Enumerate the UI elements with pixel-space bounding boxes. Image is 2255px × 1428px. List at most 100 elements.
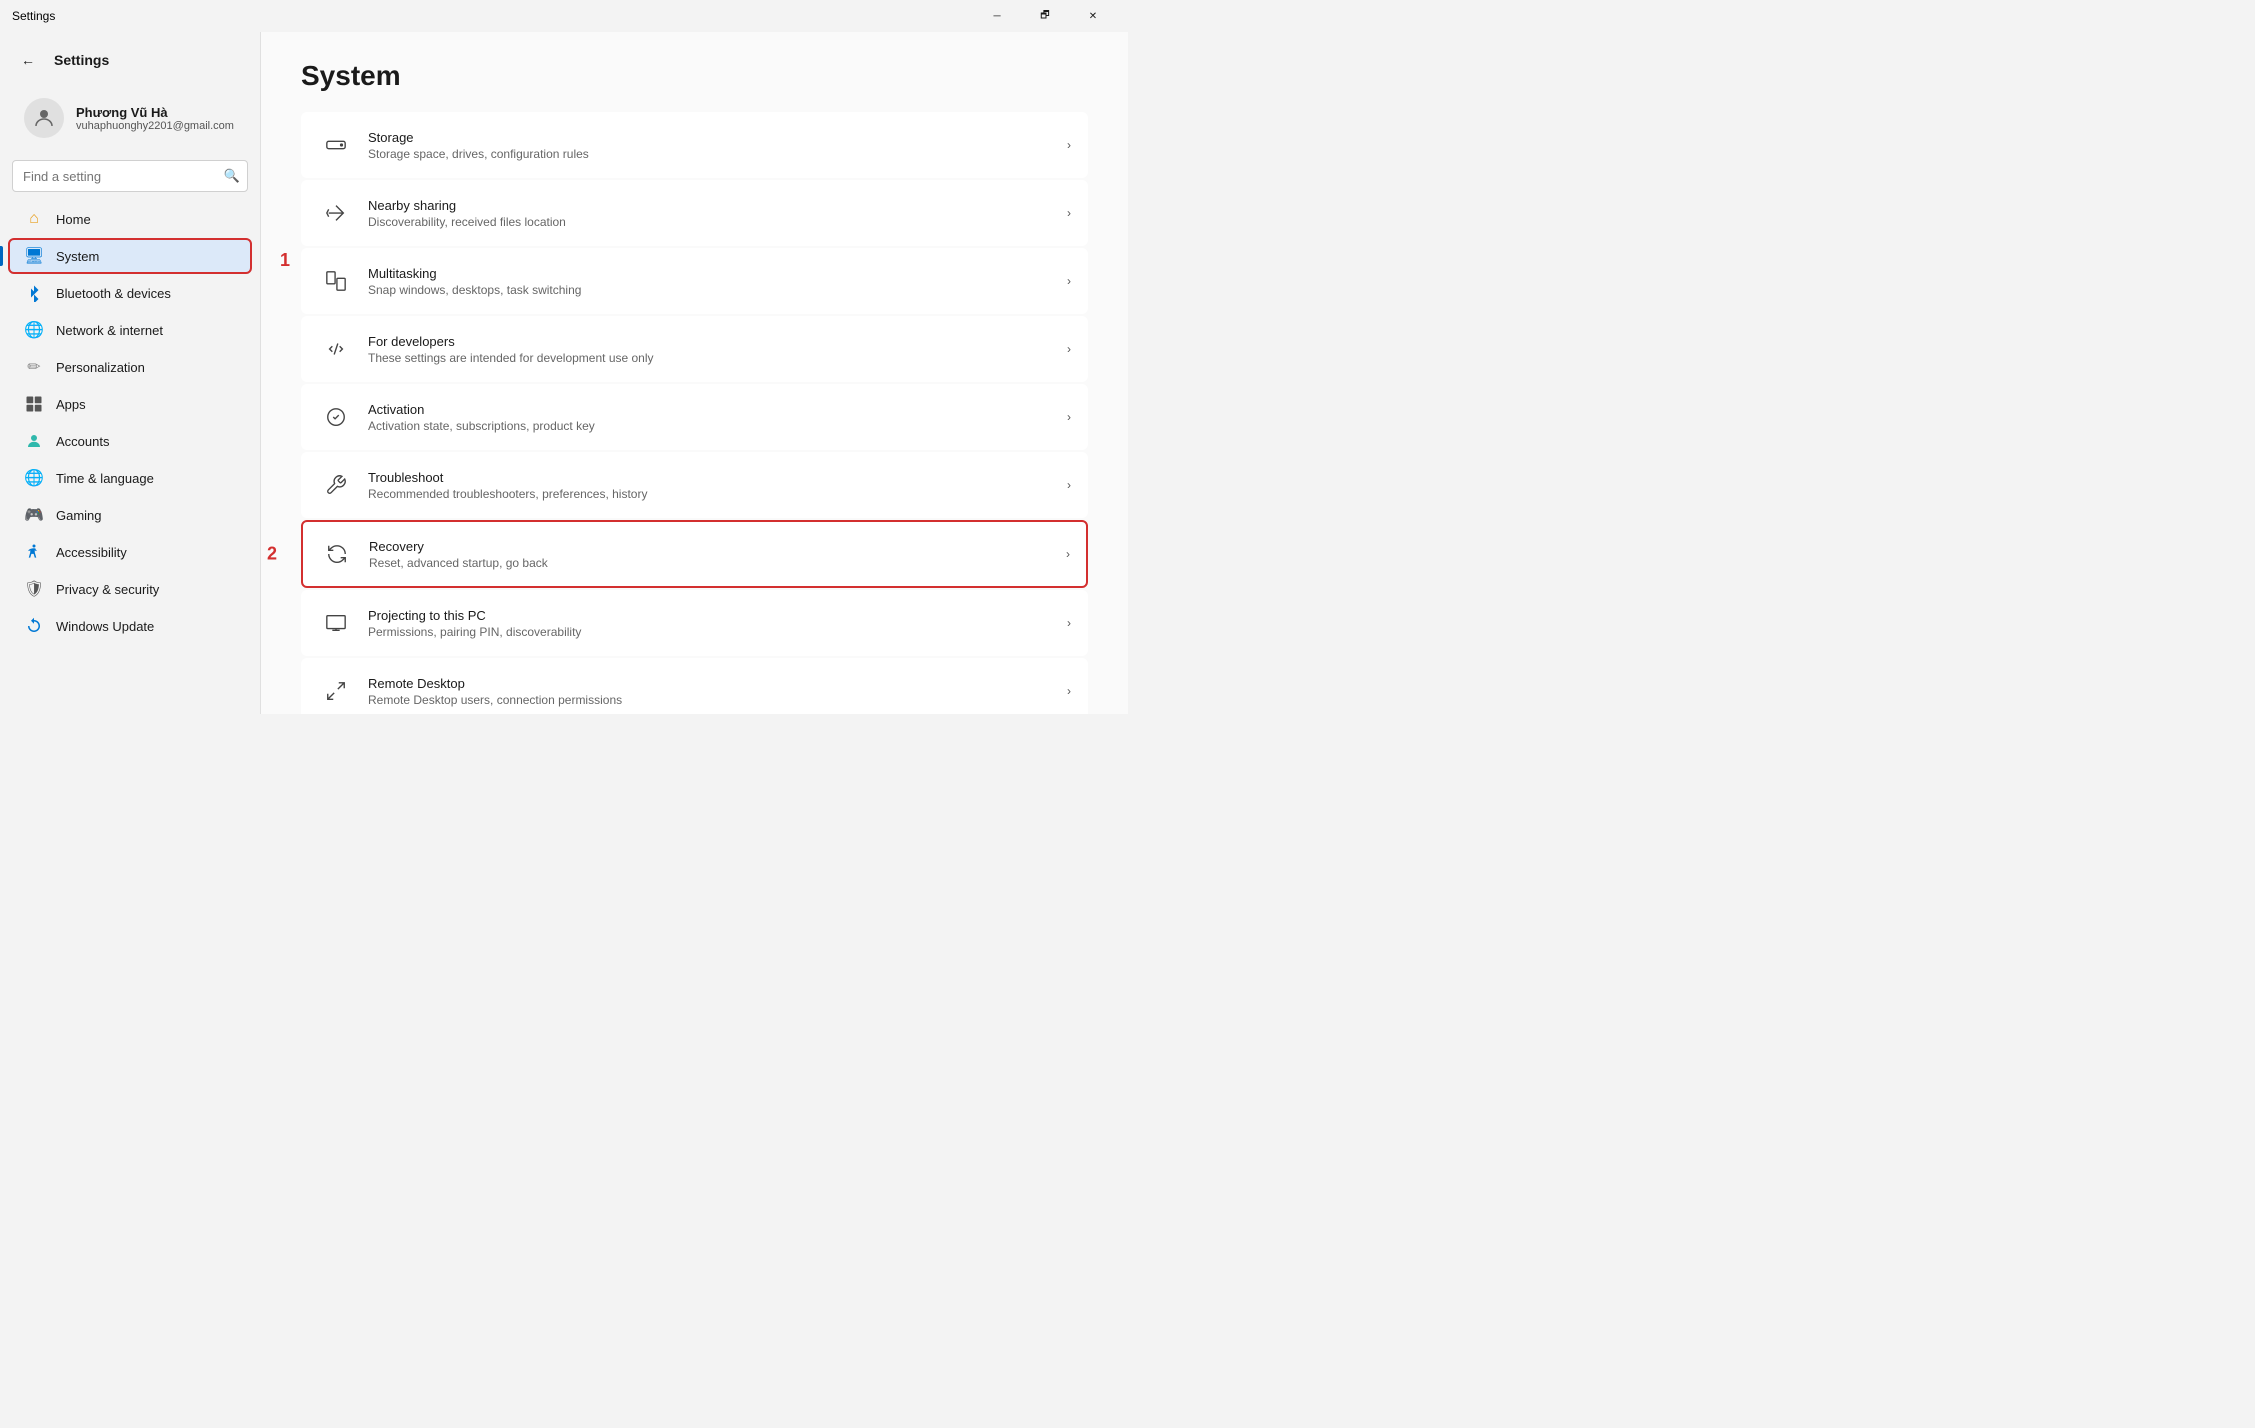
user-name: Phương Vũ Hà	[76, 105, 234, 120]
storage-text: Storage Storage space, drives, configura…	[368, 130, 1067, 161]
projecting-desc: Permissions, pairing PIN, discoverabilit…	[368, 625, 1067, 639]
chevron-icon: ›	[1067, 684, 1071, 698]
time-icon: 🌐	[24, 468, 44, 488]
developers-text: For developers These settings are intend…	[368, 334, 1067, 365]
apps-icon	[24, 394, 44, 414]
chevron-icon: ›	[1067, 342, 1071, 356]
remote-desktop-text: Remote Desktop Remote Desktop users, con…	[368, 676, 1067, 707]
multitasking-icon	[318, 263, 354, 299]
search-input[interactable]	[12, 160, 248, 192]
nearby-sharing-text: Nearby sharing Discoverability, received…	[368, 198, 1067, 229]
remote-desktop-title: Remote Desktop	[368, 676, 1067, 691]
multitasking-title: Multitasking	[368, 266, 1067, 281]
sidebar-item-time[interactable]: 🌐 Time & language	[8, 460, 252, 496]
nearby-sharing-icon	[318, 195, 354, 231]
developers-title: For developers	[368, 334, 1067, 349]
projecting-icon	[318, 605, 354, 641]
chevron-icon: ›	[1067, 478, 1071, 492]
sidebar-item-accessibility[interactable]: Accessibility	[8, 534, 252, 570]
update-icon	[24, 616, 44, 636]
troubleshoot-text: Troubleshoot Recommended troubleshooters…	[368, 470, 1067, 501]
window: ← Settings Phương Vũ Hà vuhaphuonghy2201…	[0, 32, 1128, 714]
sidebar-item-label: Network & internet	[56, 323, 163, 338]
personalization-icon: ✏	[24, 357, 44, 377]
titlebar-title: Settings	[12, 9, 55, 23]
settings-item-storage[interactable]: Storage Storage space, drives, configura…	[301, 112, 1088, 178]
search-icon: 🔍	[224, 168, 240, 184]
settings-item-troubleshoot[interactable]: Troubleshoot Recommended troubleshooters…	[301, 452, 1088, 518]
close-icon: ✕	[1089, 11, 1097, 22]
sidebar-item-accounts[interactable]: Accounts	[8, 423, 252, 459]
back-button[interactable]: ←	[12, 44, 44, 76]
storage-title: Storage	[368, 130, 1067, 145]
chevron-icon: ›	[1067, 138, 1071, 152]
activation-text: Activation Activation state, subscriptio…	[368, 402, 1067, 433]
sidebar-item-label: Accounts	[56, 434, 109, 449]
titlebar: Settings ─ 🗗 ✕	[0, 0, 1128, 32]
sidebar-item-label: Privacy & security	[56, 582, 159, 597]
remote-desktop-icon	[318, 673, 354, 709]
maximize-button[interactable]: 🗗	[1022, 0, 1068, 32]
troubleshoot-desc: Recommended troubleshooters, preferences…	[368, 487, 1067, 501]
settings-item-multitasking[interactable]: Multitasking Snap windows, desktops, tas…	[301, 248, 1088, 314]
chevron-icon: ›	[1067, 206, 1071, 220]
minimize-button[interactable]: ─	[974, 0, 1020, 32]
settings-item-remote-desktop[interactable]: Remote Desktop Remote Desktop users, con…	[301, 658, 1088, 714]
maximize-icon: 🗗	[1040, 8, 1049, 25]
sidebar-item-home[interactable]: ⌂ Home	[8, 201, 252, 237]
network-icon: 🌐	[24, 320, 44, 340]
chevron-icon: ›	[1066, 547, 1070, 561]
activation-title: Activation	[368, 402, 1067, 417]
sidebar-wrapper: ← Settings Phương Vũ Hà vuhaphuonghy2201…	[0, 32, 260, 714]
privacy-icon: 🛡	[24, 579, 44, 599]
nearby-sharing-desc: Discoverability, received files location	[368, 215, 1067, 229]
multitasking-desc: Snap windows, desktops, task switching	[368, 283, 1067, 297]
troubleshoot-icon	[318, 467, 354, 503]
sidebar-item-label: Windows Update	[56, 619, 154, 634]
minimize-icon: ─	[993, 11, 1000, 22]
sidebar-item-network[interactable]: 🌐 Network & internet	[8, 312, 252, 348]
sidebar-item-label: Accessibility	[56, 545, 127, 560]
home-icon: ⌂	[24, 209, 44, 229]
projecting-title: Projecting to this PC	[368, 608, 1067, 623]
sidebar-item-label: System	[56, 249, 99, 264]
sidebar-item-label: Time & language	[56, 471, 154, 486]
user-profile[interactable]: Phương Vũ Hà vuhaphuonghy2201@gmail.com	[8, 88, 252, 148]
developers-desc: These settings are intended for developm…	[368, 351, 1067, 365]
sidebar-item-personalization[interactable]: ✏ Personalization	[8, 349, 252, 385]
nav-list: ⌂ Home 🖥 System Bluetooth & devices	[0, 200, 260, 645]
back-icon: ←	[21, 52, 35, 68]
sidebar-item-apps[interactable]: Apps	[8, 386, 252, 422]
recovery-text: Recovery Reset, advanced startup, go bac…	[369, 539, 1066, 570]
sidebar-item-label: Gaming	[56, 508, 102, 523]
settings-list: Storage Storage space, drives, configura…	[301, 112, 1088, 714]
settings-item-for-developers[interactable]: For developers These settings are intend…	[301, 316, 1088, 382]
recovery-desc: Reset, advanced startup, go back	[369, 556, 1066, 570]
chevron-icon: ›	[1067, 410, 1071, 424]
activation-desc: Activation state, subscriptions, product…	[368, 419, 1067, 433]
sidebar-item-update[interactable]: Windows Update	[8, 608, 252, 644]
sidebar-item-label: Apps	[56, 397, 86, 412]
sidebar-item-gaming[interactable]: 🎮 Gaming	[8, 497, 252, 533]
bluetooth-icon	[24, 283, 44, 303]
sidebar-item-bluetooth[interactable]: Bluetooth & devices	[8, 275, 252, 311]
settings-item-nearby-sharing[interactable]: Nearby sharing Discoverability, received…	[301, 180, 1088, 246]
recovery-title: Recovery	[369, 539, 1066, 554]
avatar	[24, 98, 64, 138]
settings-item-recovery[interactable]: 2 Recovery Reset, advanced startup, go b…	[301, 520, 1088, 588]
accounts-icon	[24, 431, 44, 451]
titlebar-left: Settings	[12, 9, 55, 23]
storage-icon	[318, 127, 354, 163]
sidebar-item-system[interactable]: 🖥 System	[8, 238, 252, 274]
recovery-icon	[319, 536, 355, 572]
storage-desc: Storage space, drives, configuration rul…	[368, 147, 1067, 161]
nearby-sharing-title: Nearby sharing	[368, 198, 1067, 213]
multitasking-text: Multitasking Snap windows, desktops, tas…	[368, 266, 1067, 297]
activation-icon	[318, 399, 354, 435]
close-button[interactable]: ✕	[1070, 0, 1116, 32]
settings-item-activation[interactable]: Activation Activation state, subscriptio…	[301, 384, 1088, 450]
settings-item-projecting[interactable]: Projecting to this PC Permissions, pairi…	[301, 590, 1088, 656]
sidebar-header: ← Settings	[0, 40, 260, 84]
user-email: vuhaphuonghy2201@gmail.com	[76, 120, 234, 132]
sidebar-item-privacy[interactable]: 🛡 Privacy & security	[8, 571, 252, 607]
